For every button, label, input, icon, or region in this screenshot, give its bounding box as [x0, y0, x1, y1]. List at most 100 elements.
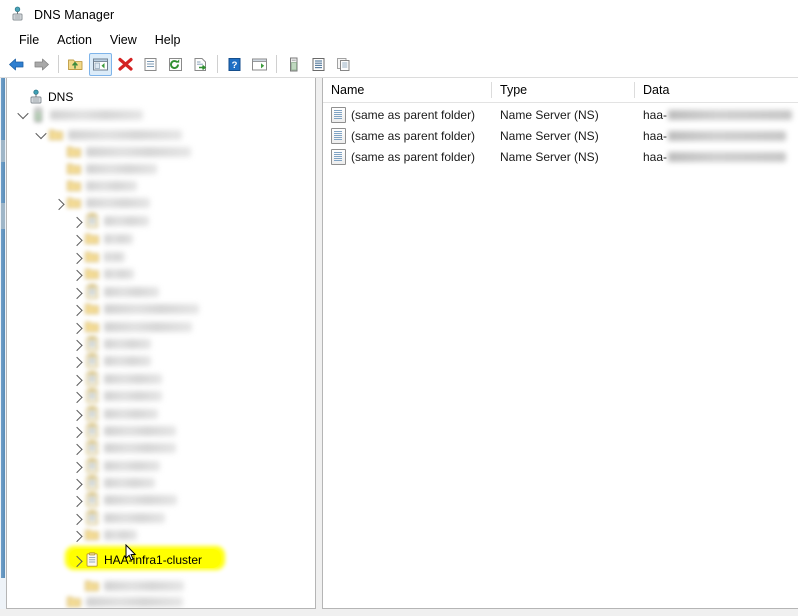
tree-item[interactable]	[51, 160, 157, 177]
export-list-button[interactable]	[189, 53, 212, 76]
mmc-console-icon	[9, 6, 26, 23]
tree-item[interactable]	[69, 387, 162, 404]
tree-item[interactable]	[69, 352, 151, 369]
zone-icon	[84, 405, 100, 422]
tree-expander[interactable]	[51, 594, 66, 608]
menu-file[interactable]: File	[10, 31, 48, 49]
tree-item[interactable]	[69, 577, 184, 594]
tree-item-label	[86, 596, 183, 607]
tree-item[interactable]	[69, 509, 165, 526]
tree-expander[interactable]	[51, 144, 66, 159]
tree-item[interactable]	[69, 457, 160, 474]
properties-button[interactable]	[139, 53, 162, 76]
record-name-text: (same as parent folder)	[351, 149, 476, 164]
column-header-data[interactable]: Data	[635, 78, 798, 102]
tree-item[interactable]	[69, 405, 158, 422]
tree-item-label	[104, 512, 165, 523]
tree-item[interactable]	[69, 212, 149, 229]
tree-expander[interactable]	[69, 388, 84, 403]
tree-expander[interactable]	[69, 578, 84, 593]
tree-expander[interactable]	[69, 336, 84, 351]
tree-expander[interactable]	[69, 510, 84, 525]
chevron-down-icon	[16, 107, 29, 119]
tree-item[interactable]	[69, 491, 177, 508]
chevron-right-icon	[70, 216, 83, 228]
tree-expander[interactable]	[69, 527, 84, 542]
tree-expander[interactable]	[69, 458, 84, 473]
tree-expander[interactable]	[69, 301, 84, 316]
show-hide-console-tree-button[interactable]	[89, 52, 112, 76]
delete-button[interactable]	[114, 53, 137, 76]
tree-item[interactable]	[69, 526, 137, 543]
chevron-right-icon	[70, 339, 83, 351]
tree-item[interactable]	[69, 283, 159, 300]
copy-button[interactable]	[332, 53, 355, 76]
tree-expander[interactable]	[69, 492, 84, 507]
tree-item[interactable]	[33, 126, 182, 143]
tree-expander[interactable]	[69, 475, 84, 490]
tree-expander[interactable]	[51, 195, 66, 210]
folder-icon	[84, 301, 100, 317]
tree-expander[interactable]	[69, 371, 84, 386]
tree-item[interactable]	[69, 422, 176, 439]
table-row[interactable]: (same as parent folder) Name Server (NS) h…	[323, 148, 798, 165]
tree-item[interactable]	[69, 318, 192, 335]
tree-item[interactable]	[69, 370, 162, 387]
back-button[interactable]	[5, 53, 28, 76]
tree-item[interactable]	[51, 177, 137, 194]
tree-expander[interactable]	[69, 213, 84, 228]
tree-expander[interactable]	[69, 319, 84, 334]
forward-button[interactable]	[30, 53, 53, 76]
tree-expander[interactable]	[69, 231, 84, 246]
table-row[interactable]: (same as parent folder) Name Server (NS) h…	[323, 106, 798, 123]
tree-item[interactable]	[69, 265, 134, 282]
tree-expander[interactable]	[51, 161, 66, 176]
menu-view[interactable]: View	[101, 31, 146, 49]
tree-item[interactable]	[51, 194, 150, 211]
table-row[interactable]: (same as parent folder) Name Server (NS) h…	[323, 127, 798, 144]
tree-expander[interactable]	[69, 423, 84, 438]
cell-name: (same as parent folder)	[331, 148, 475, 165]
menu-help[interactable]: Help	[146, 31, 190, 49]
records-list-pane[interactable]: Name Type Data (same as parent folder) Na…	[322, 78, 798, 609]
console-tree-pane[interactable]: DNS HAA-infra1-cluster	[6, 78, 316, 609]
dns-record-icon	[331, 148, 346, 165]
tree-item[interactable]	[69, 474, 155, 491]
tree-expander[interactable]	[69, 249, 84, 264]
tree-item[interactable]	[69, 230, 133, 247]
tree-expander[interactable]	[69, 440, 84, 455]
cell-data: haa-	[643, 148, 787, 165]
help-button[interactable]: ?	[223, 53, 246, 76]
tree-expander[interactable]	[69, 552, 84, 567]
toolbar-separator	[58, 55, 59, 73]
tree-item[interactable]	[69, 300, 199, 317]
tree-expander[interactable]	[69, 266, 84, 281]
up-one-level-button[interactable]	[64, 53, 87, 76]
tree-item-label	[104, 580, 184, 591]
tree-item[interactable]	[51, 593, 183, 608]
tree-item[interactable]	[69, 248, 125, 265]
tree-expander[interactable]	[69, 406, 84, 421]
new-host-button[interactable]	[282, 53, 305, 76]
tree-expander[interactable]	[13, 89, 28, 104]
tree-item-label	[104, 408, 158, 419]
tree-expander[interactable]	[51, 178, 66, 193]
show-action-pane-button[interactable]	[248, 53, 271, 76]
tree-item[interactable]	[51, 143, 191, 160]
tree-expander[interactable]	[33, 127, 48, 142]
tree-item[interactable]	[69, 335, 151, 352]
new-zone-button[interactable]	[307, 53, 330, 76]
tree-expander[interactable]	[69, 284, 84, 299]
tree-item-dns-root[interactable]: DNS	[13, 88, 73, 105]
tree-item[interactable]	[15, 106, 143, 123]
refresh-button[interactable]	[164, 53, 187, 76]
tree-expander[interactable]	[69, 353, 84, 368]
menu-action[interactable]: Action	[48, 31, 101, 49]
tree-item[interactable]	[69, 439, 176, 456]
column-header-name[interactable]: Name	[323, 78, 491, 102]
tree-item-haa-infra1-cluster[interactable]: HAA-infra1-cluster	[69, 551, 202, 568]
column-header-type[interactable]: Type	[492, 78, 634, 102]
folder-icon	[66, 161, 82, 177]
tree-expander[interactable]	[15, 107, 30, 122]
tree-item-label	[86, 197, 150, 208]
